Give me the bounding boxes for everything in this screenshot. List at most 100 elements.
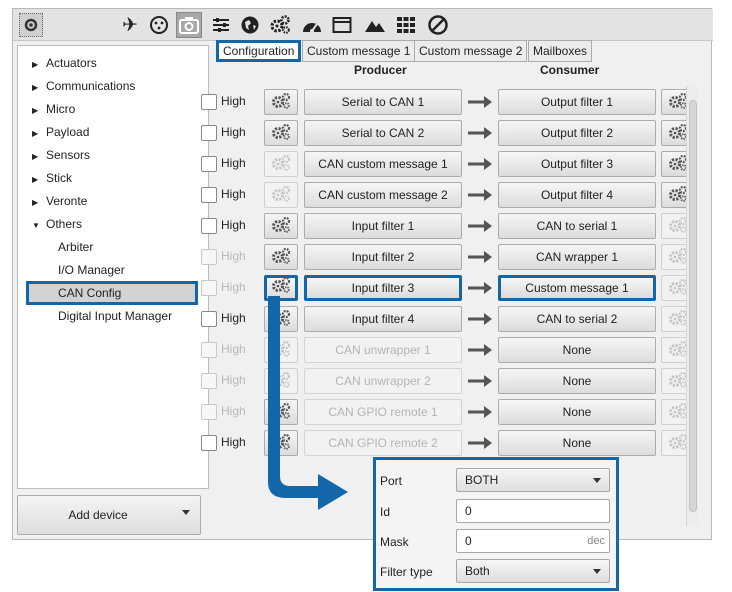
vertical-scrollbar[interactable] [686,86,698,526]
consumer-button[interactable]: None [498,430,656,456]
producer-button[interactable]: Serial to CAN 2 [304,120,462,146]
tree-item-communications[interactable]: ▶ Communications [32,77,135,95]
callout-arrow [268,296,348,510]
high-priority-checkbox[interactable] [201,125,217,141]
window-icon[interactable] [329,12,355,38]
tree-item-veronte[interactable]: ▶ Veronte [32,192,87,210]
expand-arrow-icon[interactable]: ▶ [32,125,46,143]
tree-item-sensors[interactable]: ▶ Sensors [32,146,90,164]
producer-button[interactable]: CAN custom message 2 [304,182,462,208]
consumer-button[interactable]: CAN to serial 2 [498,306,656,332]
expand-arrow-icon[interactable]: ▶ [32,102,46,120]
consumer-button[interactable]: Output filter 4 [498,182,656,208]
scrollbar-thumb[interactable] [689,100,697,512]
mountain-icon[interactable] [362,12,388,38]
producer-button[interactable]: CAN custom message 1 [304,151,462,177]
prohibited-icon[interactable] [425,12,451,38]
filter-type-label: Filter type [380,565,433,579]
producer-settings-button[interactable] [264,213,298,239]
dropdown-arrow-icon[interactable] [593,569,601,574]
arrow-right-icon [468,313,492,325]
producer-settings-button[interactable] [264,151,298,177]
expand-arrow-icon[interactable]: ▶ [32,79,46,97]
high-label: High [221,373,246,387]
high-priority-checkbox[interactable] [201,373,217,389]
toolbar: ✈ [13,9,713,41]
high-priority-checkbox[interactable] [201,342,217,358]
tree-child-arbiter[interactable]: Arbiter [58,238,93,256]
arrow-right-icon [468,189,492,201]
high-priority-checkbox[interactable] [201,280,217,296]
producer-settings-button[interactable] [264,120,298,146]
expand-arrow-icon[interactable]: ▶ [32,171,46,189]
arrow-right-icon [468,158,492,170]
consumer-button[interactable]: None [498,337,656,363]
sliders-icon[interactable] [208,12,234,38]
consumer-button[interactable]: Output filter 3 [498,151,656,177]
tree-child-io-manager[interactable]: I/O Manager [58,261,125,279]
high-priority-checkbox[interactable] [201,187,217,203]
consumer-button[interactable]: Output filter 2 [498,120,656,146]
collapse-arrow-icon[interactable]: ▼ [32,217,46,235]
mask-input[interactable]: 0 dec [456,529,610,553]
arrow-right-icon [468,375,492,387]
grid-icon[interactable] [393,12,419,38]
table-row: High CAN custom message 1 Output filter 3 [200,150,695,178]
dropdown-arrow-icon[interactable] [593,478,601,483]
high-label: High [221,156,246,170]
tree-child-can-config[interactable]: CAN Config [58,284,121,302]
tree-item-micro[interactable]: ▶ Micro [32,100,75,118]
tree-item-others[interactable]: ▼ Others [32,215,82,233]
port-select[interactable]: BOTH [456,468,610,492]
high-priority-checkbox[interactable] [201,249,217,265]
filter-type-select[interactable]: Both [456,559,610,583]
tree-item-payload[interactable]: ▶ Payload [32,123,89,141]
consumer-button[interactable]: None [498,368,656,394]
consumer-button[interactable]: CAN to serial 1 [498,213,656,239]
consumer-button[interactable]: CAN wrapper 1 [498,244,656,270]
tab-custom-message-1[interactable]: Custom message 1 [302,40,416,62]
id-input[interactable]: 0 [456,499,610,523]
tree-item-actuators[interactable]: ▶ Actuators [32,54,97,72]
high-priority-checkbox[interactable] [201,404,217,420]
airplane-icon[interactable]: ✈ [117,12,143,38]
high-priority-checkbox[interactable] [201,311,217,327]
gauge-icon[interactable] [299,12,325,38]
tree-child-digital-input-manager[interactable]: Digital Input Manager [58,307,172,325]
producer-settings-button[interactable] [264,182,298,208]
tree-item-stick[interactable]: ▶ Stick [32,169,72,187]
high-priority-checkbox[interactable] [201,218,217,234]
globe-icon[interactable] [237,12,263,38]
camera-icon[interactable] [176,12,202,38]
mask-label: Mask [380,535,409,549]
arrow-right-icon [468,96,492,108]
producer-settings-button[interactable] [264,89,298,115]
gears-icon [270,247,292,268]
high-label: High [221,249,246,263]
consumer-button[interactable]: None [498,399,656,425]
expand-arrow-icon[interactable]: ▶ [32,56,46,74]
connector-icon[interactable] [146,12,172,38]
tab-configuration[interactable]: Configuration [216,40,302,62]
producer-button[interactable]: Serial to CAN 1 [304,89,462,115]
producer-button[interactable]: Input filter 1 [304,213,462,239]
gear-home-icon[interactable] [19,13,43,37]
consumer-button[interactable]: Output filter 1 [498,89,656,115]
high-priority-checkbox[interactable] [201,94,217,110]
add-device-button[interactable]: Add device [17,495,201,535]
high-label: High [221,404,246,418]
producer-settings-button[interactable] [264,244,298,270]
consumer-button[interactable]: Custom message 1 [498,275,656,301]
arrow-right-icon [468,220,492,232]
table-row: High Serial to CAN 2 Output filter 2 [200,119,695,147]
dropdown-arrow-icon[interactable] [182,510,190,515]
expand-arrow-icon[interactable]: ▶ [32,148,46,166]
producer-button[interactable]: Input filter 2 [304,244,462,270]
expand-arrow-icon[interactable]: ▶ [32,194,46,212]
table-row: High Input filter 2 CAN wrapper 1 [200,243,695,271]
tab-mailboxes[interactable]: Mailboxes [528,40,593,62]
gears-icon[interactable] [267,12,293,38]
high-priority-checkbox[interactable] [201,435,217,451]
tab-custom-message-2[interactable]: Custom message 2 [414,40,528,62]
high-priority-checkbox[interactable] [201,156,217,172]
